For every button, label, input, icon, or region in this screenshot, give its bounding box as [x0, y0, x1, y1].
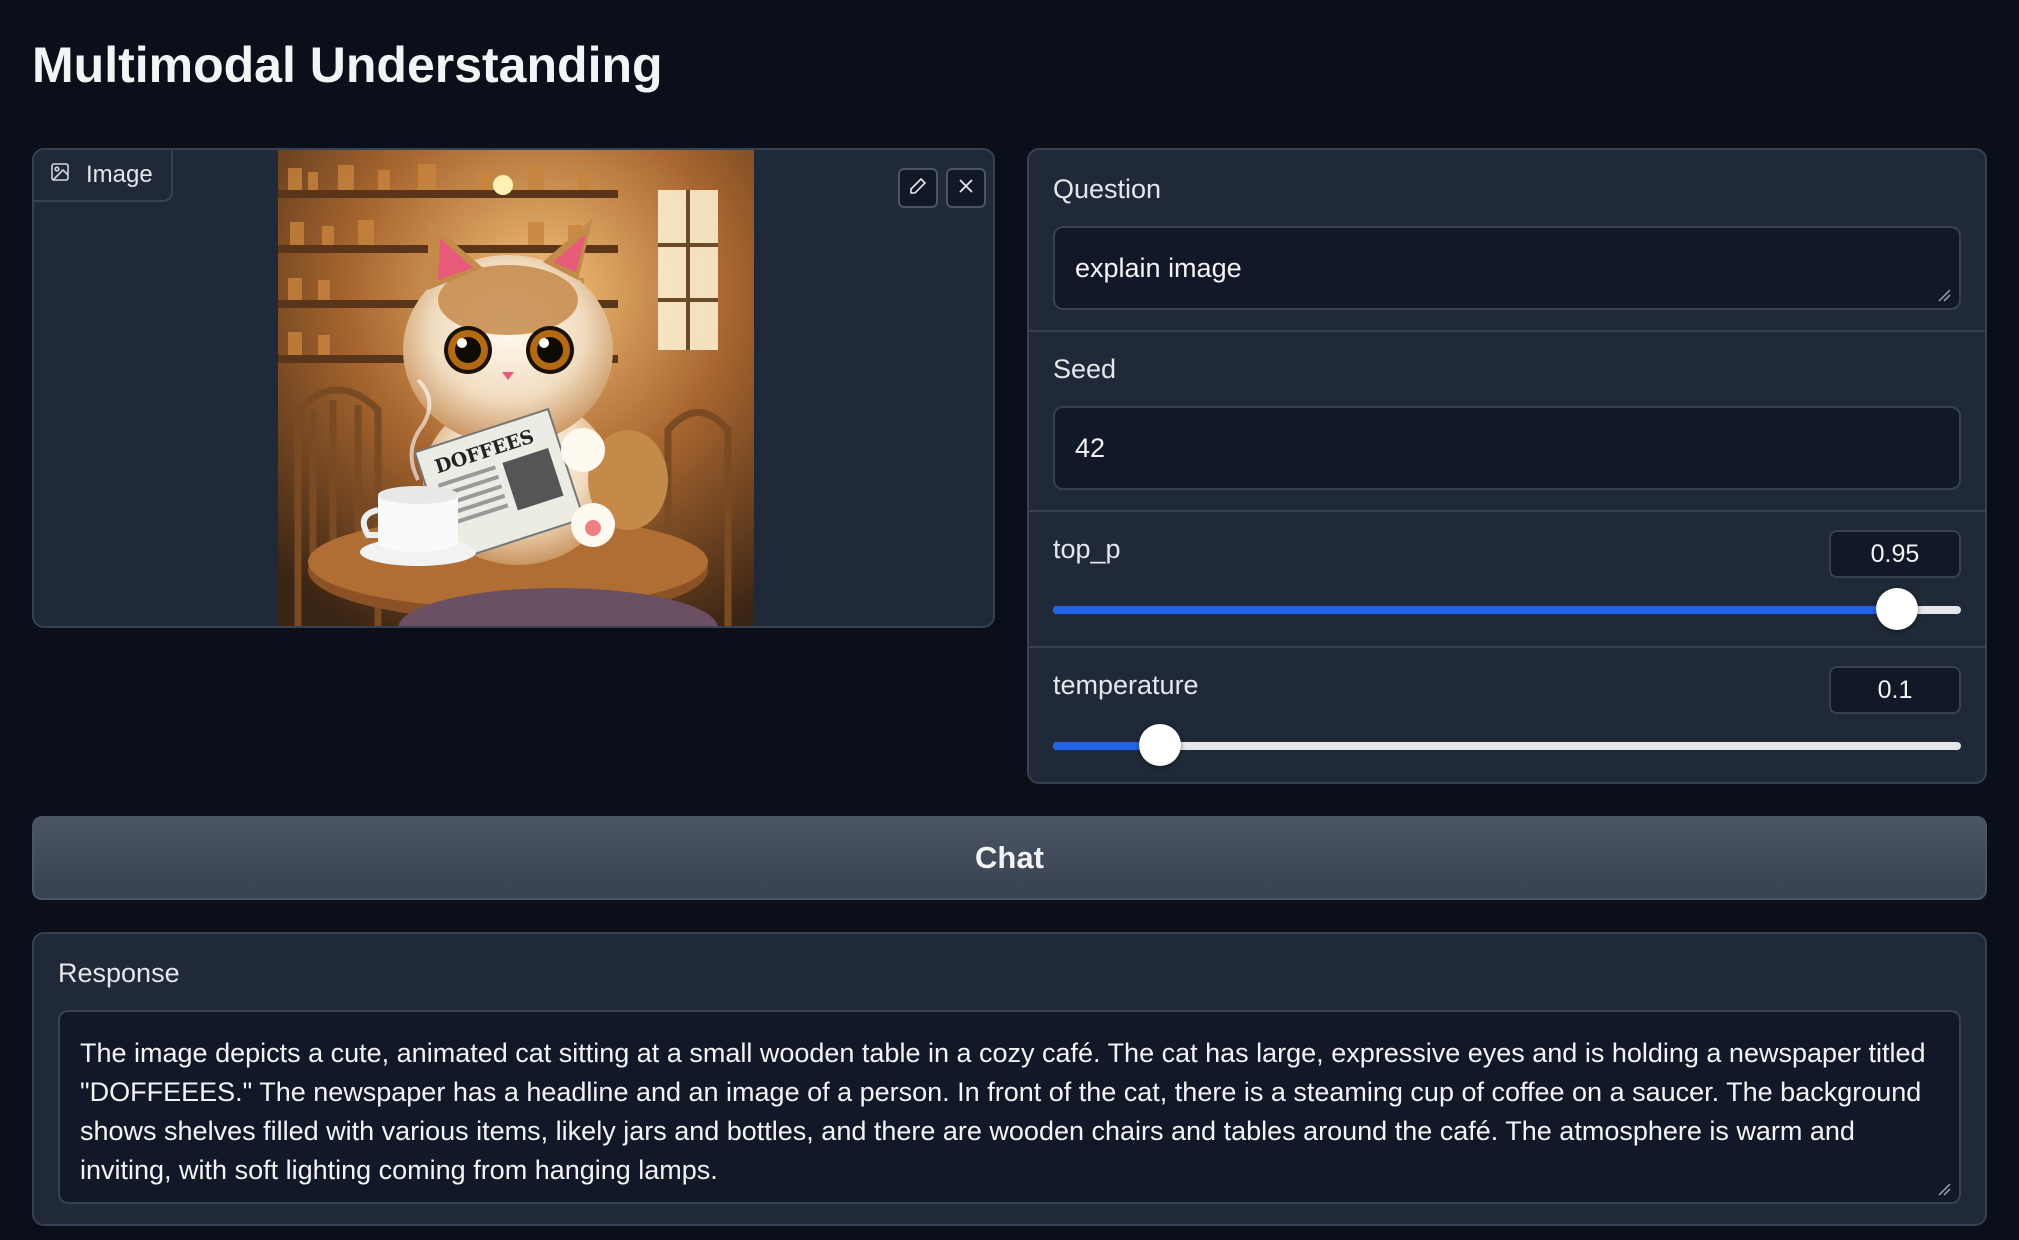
controls-panel: Question explain image Seed 42 top_p 0.9…	[1027, 148, 1987, 784]
chat-button[interactable]: Chat	[32, 816, 1987, 900]
top-p-block: top_p 0.95	[1029, 512, 1985, 648]
top-p-slider-thumb[interactable]	[1876, 588, 1919, 630]
temperature-value: 0.1	[1877, 675, 1913, 704]
uploaded-image[interactable]: DOFFEES	[278, 150, 754, 626]
temperature-number-input[interactable]: 0.1	[1829, 666, 1961, 714]
image-label-text: Image	[86, 161, 153, 188]
top-p-value: 0.95	[1870, 539, 1920, 568]
seed-block: Seed 42	[1029, 332, 1985, 512]
response-label: Response	[58, 958, 180, 988]
temperature-block: temperature 0.1	[1029, 648, 1985, 782]
response-text: The image depicts a cute, animated cat s…	[80, 1038, 1926, 1185]
temperature-slider[interactable]	[1053, 724, 1961, 766]
seed-input[interactable]: 42	[1053, 406, 1961, 490]
question-block: Question explain image	[1029, 150, 1985, 332]
top-p-slider[interactable]	[1053, 588, 1961, 630]
image-label-tab: Image	[34, 150, 173, 202]
question-input[interactable]: explain image	[1053, 226, 1961, 310]
top-p-number-input[interactable]: 0.95	[1829, 530, 1961, 578]
seed-value: 42	[1075, 432, 1106, 463]
response-panel: Response The image depicts a cute, anima…	[32, 932, 1987, 1226]
resize-grip-icon[interactable]	[1937, 1182, 1951, 1196]
app-page: Multimodal Understanding Image DOFFEES Q…	[0, 0, 2019, 1240]
temperature-slider-thumb[interactable]	[1139, 724, 1182, 766]
image-panel: Image DOFFEES	[32, 148, 995, 628]
clear-image-button[interactable]	[946, 168, 986, 208]
resize-grip-icon[interactable]	[1937, 288, 1951, 302]
image-icon	[50, 161, 70, 189]
question-value: explain image	[1075, 252, 1242, 283]
top-p-label: top_p	[1053, 534, 1121, 564]
seed-label: Seed	[1053, 354, 1117, 384]
close-icon	[956, 176, 976, 201]
page-title: Multimodal Understanding	[32, 37, 663, 93]
edit-image-button[interactable]	[898, 168, 938, 208]
response-textarea[interactable]: The image depicts a cute, animated cat s…	[58, 1010, 1961, 1204]
question-label: Question	[1053, 174, 1162, 204]
temperature-label: temperature	[1053, 670, 1199, 700]
pencil-icon	[908, 176, 928, 201]
top-p-slider-fill	[1053, 606, 1898, 614]
